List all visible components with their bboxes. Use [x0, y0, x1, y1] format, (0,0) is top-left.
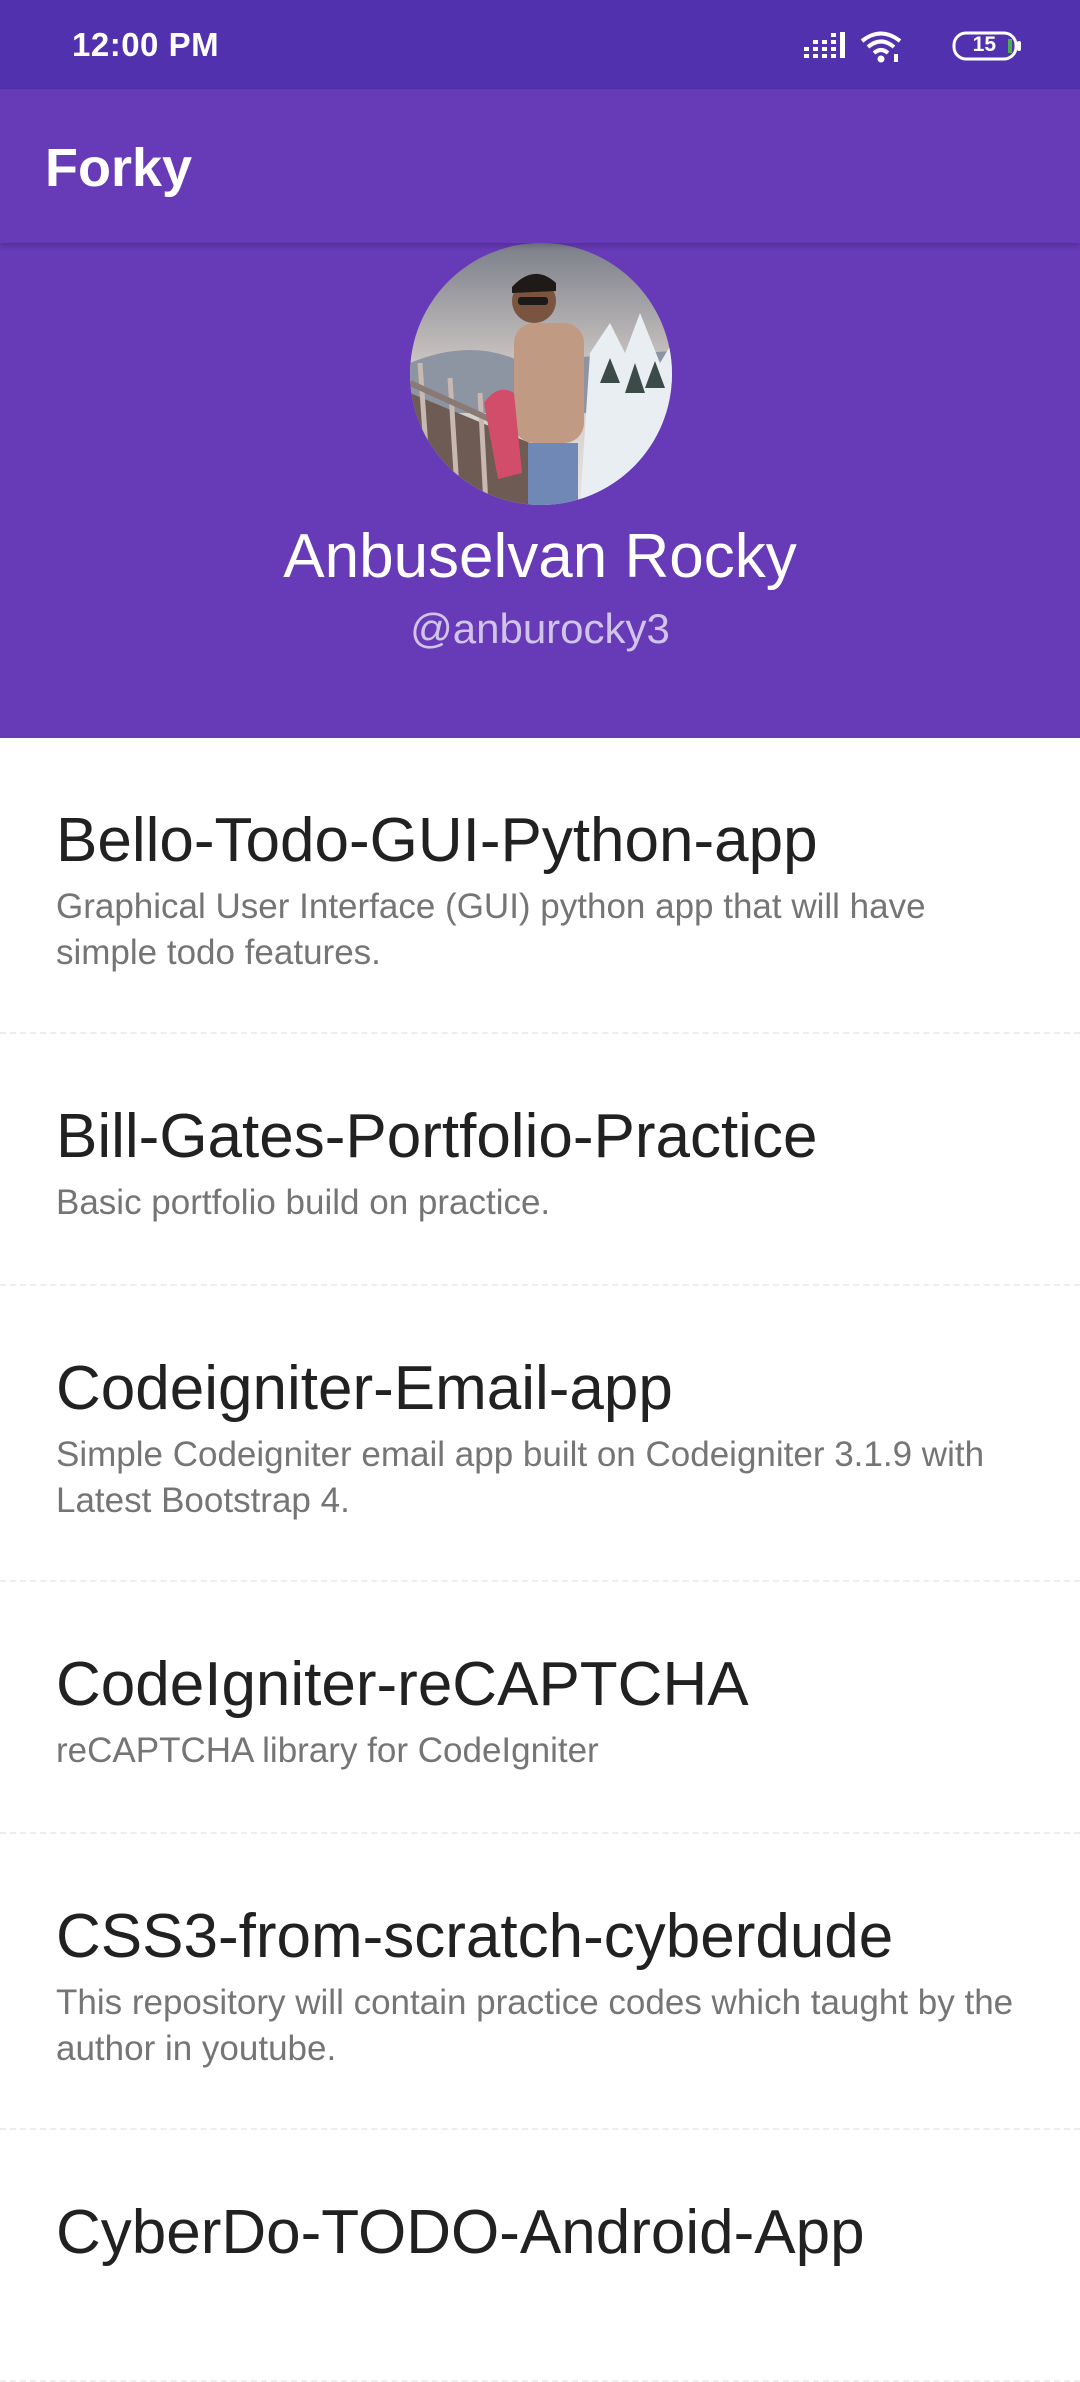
- profile-avatar[interactable]: [410, 243, 672, 505]
- profile-handle: @anburocky3: [410, 605, 670, 652]
- profile-name: Anbuselvan Rocky: [283, 522, 797, 591]
- repo-name: Bello-Todo-GUI-Python-app: [56, 806, 818, 875]
- repo-list: Bello-Todo-GUI-Python-app Graphical User…: [0, 738, 1080, 2382]
- repo-description: reCAPTCHA library for CodeIgniter: [56, 1731, 599, 1770]
- battery-level: 15: [972, 33, 996, 56]
- list-item[interactable]: Codeigniter-Email-app Simple Codeigniter…: [0, 1286, 1080, 1582]
- app-title: Forky: [45, 138, 193, 198]
- list-item[interactable]: Bill-Gates-Portfolio-Practice Basic port…: [0, 1034, 1080, 1286]
- profile-header: Anbuselvan Rocky @anburocky3: [0, 243, 1080, 738]
- repo-name: Bill-Gates-Portfolio-Practice: [56, 1102, 818, 1171]
- repo-name: CodeIgniter-reCAPTCHA: [56, 1650, 749, 1719]
- repo-name: CyberDo-TODO-Android-App: [56, 2198, 865, 2267]
- list-item[interactable]: CodeIgniter-reCAPTCHA reCAPTCHA library …: [0, 1582, 1080, 1834]
- repo-description: Graphical User Interface (GUI) python ap…: [56, 887, 926, 972]
- status-bar: 12:00 PM 15: [0, 0, 1080, 89]
- app-bar: Forky: [0, 89, 1080, 243]
- repo-name: Codeigniter-Email-app: [56, 1354, 673, 1423]
- list-item[interactable]: CSS3-from-scratch-cyberdude This reposit…: [0, 1834, 1080, 2130]
- repo-name: CSS3-from-scratch-cyberdude: [56, 1902, 894, 1971]
- list-item[interactable]: Bello-Todo-GUI-Python-app Graphical User…: [0, 738, 1080, 1034]
- repo-description: Basic portfolio build on practice.: [56, 1183, 551, 1222]
- signal-icon: [804, 32, 845, 58]
- repo-description: Simple Codeigniter email app built on Co…: [56, 1435, 985, 1520]
- list-item[interactable]: CyberDo-TODO-Android-App: [0, 2130, 1080, 2382]
- repo-description: This repository will contain practice co…: [56, 1983, 1014, 2068]
- wifi-icon: [860, 31, 902, 63]
- status-time: 12:00 PM: [72, 26, 220, 63]
